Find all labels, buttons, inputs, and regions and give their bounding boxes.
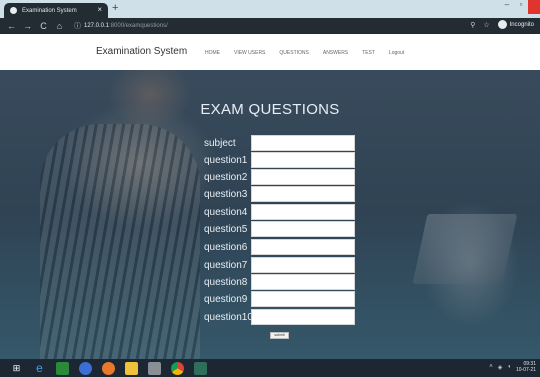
page-content: Examination System HOME VIEW USERS QUEST…	[0, 34, 540, 359]
forward-icon[interactable]: →	[23, 21, 32, 31]
field-label: question7	[204, 260, 248, 271]
network-icon[interactable]: ◈	[498, 364, 503, 371]
maximize-icon[interactable]: ▫	[514, 0, 528, 9]
chrome-icon[interactable]	[171, 361, 184, 375]
clock-date: 10-07-21	[515, 367, 536, 373]
field-label: question3	[204, 189, 248, 200]
chevron-up-icon[interactable]: ˄	[489, 364, 493, 370]
background-person-image	[40, 124, 200, 359]
question2-input[interactable]	[251, 169, 355, 185]
background-laptop-image	[412, 214, 518, 284]
firefox-icon[interactable]	[102, 361, 115, 375]
mail-icon[interactable]	[79, 361, 92, 375]
form-row-question6: question6	[204, 239, 355, 256]
back-icon[interactable]: ←	[7, 21, 16, 31]
tab-title: Examination System	[22, 7, 77, 14]
question6-input[interactable]	[251, 239, 355, 255]
menu-view-users[interactable]: VIEW USERS	[234, 50, 265, 56]
window-controls: – ▫	[500, 0, 540, 18]
form-row-question4: question4	[204, 204, 355, 221]
menu-test[interactable]: TEST	[362, 50, 375, 56]
edge-icon[interactable]: e	[33, 361, 46, 375]
form-row-question10: question10	[204, 309, 355, 326]
subject-input[interactable]	[251, 135, 355, 151]
info-icon[interactable]: ⓘ	[74, 21, 81, 31]
question10-input[interactable]	[251, 309, 355, 325]
stack-app-icon[interactable]	[148, 361, 161, 375]
file-explorer-icon[interactable]	[125, 361, 138, 375]
windows-start-icon[interactable]: ⊞	[10, 362, 23, 375]
field-label: question8	[204, 277, 248, 288]
system-tray: ˄ ◈ ◖ 09:31 10-07-21	[489, 361, 536, 373]
question9-input[interactable]	[251, 291, 355, 307]
form-row-subject: subject	[204, 135, 355, 152]
form-row-question1: question1	[204, 152, 355, 169]
form-row-question9: question9	[204, 291, 355, 308]
site-navbar: Examination System HOME VIEW USERS QUEST…	[0, 34, 540, 70]
python-app-icon[interactable]	[194, 361, 207, 375]
site-brand[interactable]: Examination System	[96, 46, 187, 57]
home-icon[interactable]: ⌂	[55, 21, 64, 31]
question7-input[interactable]	[251, 257, 355, 273]
field-label: question9	[204, 294, 248, 305]
incognito-label: Incognito	[509, 21, 534, 28]
star-icon[interactable]: ☆	[483, 21, 489, 29]
form-row-question3: question3	[204, 186, 355, 203]
field-label: subject	[204, 138, 236, 149]
taskbar: ⊞ e ˄ ◈ ◖ 09:31 10-07-21	[0, 359, 540, 377]
menu-questions[interactable]: QUESTIONS	[279, 50, 308, 56]
question5-input[interactable]	[251, 221, 355, 237]
tab-close-icon[interactable]: ×	[97, 5, 102, 14]
submit-button[interactable]: submit	[270, 332, 289, 339]
question3-input[interactable]	[251, 186, 355, 202]
toolbar-right: ⚲ ☆ Incognito	[470, 20, 534, 29]
field-label: question4	[204, 207, 248, 218]
clock[interactable]: 09:31 10-07-21	[516, 361, 536, 373]
question1-input[interactable]	[251, 152, 355, 168]
form-row-question7: question7	[204, 257, 355, 274]
new-tab-button[interactable]: +	[112, 2, 118, 14]
incognito-icon	[497, 20, 507, 29]
page-title: EXAM QUESTIONS	[200, 101, 340, 118]
url-field[interactable]: ⓘ 127.0.0.1 :8000/examquestions/	[74, 21, 168, 31]
field-label: question2	[204, 172, 248, 183]
question8-input[interactable]	[251, 274, 355, 290]
site-menu: HOME VIEW USERS QUESTIONS ANSWERS TEST L…	[205, 50, 404, 56]
url-host: 127.0.0.1	[84, 23, 110, 29]
minimize-icon[interactable]: –	[500, 0, 514, 9]
address-bar: ← → C ⌂ ⓘ 127.0.0.1 :8000/examquestions/…	[0, 18, 540, 34]
menu-logout[interactable]: Logout	[389, 50, 404, 56]
menu-answers[interactable]: ANSWERS	[323, 50, 348, 56]
volume-icon[interactable]: ◖	[507, 364, 511, 370]
field-label: question6	[204, 242, 248, 253]
field-label: question1	[204, 155, 248, 166]
question4-input[interactable]	[251, 204, 355, 220]
form-row-question2: question2	[204, 169, 355, 186]
search-icon[interactable]: ⚲	[470, 21, 475, 29]
browser-tab[interactable]: Examination System ×	[4, 3, 108, 18]
field-label: question5	[204, 224, 248, 235]
menu-home[interactable]: HOME	[205, 50, 220, 56]
close-window-icon[interactable]	[528, 0, 540, 14]
field-label: question10	[204, 312, 253, 323]
incognito-badge[interactable]: Incognito	[497, 20, 534, 29]
reload-icon[interactable]: C	[39, 21, 48, 31]
browser-tab-strip: Examination System × + – ▫	[0, 0, 540, 18]
form-row-question5: question5	[204, 221, 355, 238]
url-path: :8000/examquestions/	[109, 23, 168, 29]
store-icon[interactable]	[56, 361, 69, 375]
chrome-favicon-icon	[10, 7, 17, 14]
form-row-question8: question8	[204, 274, 355, 291]
